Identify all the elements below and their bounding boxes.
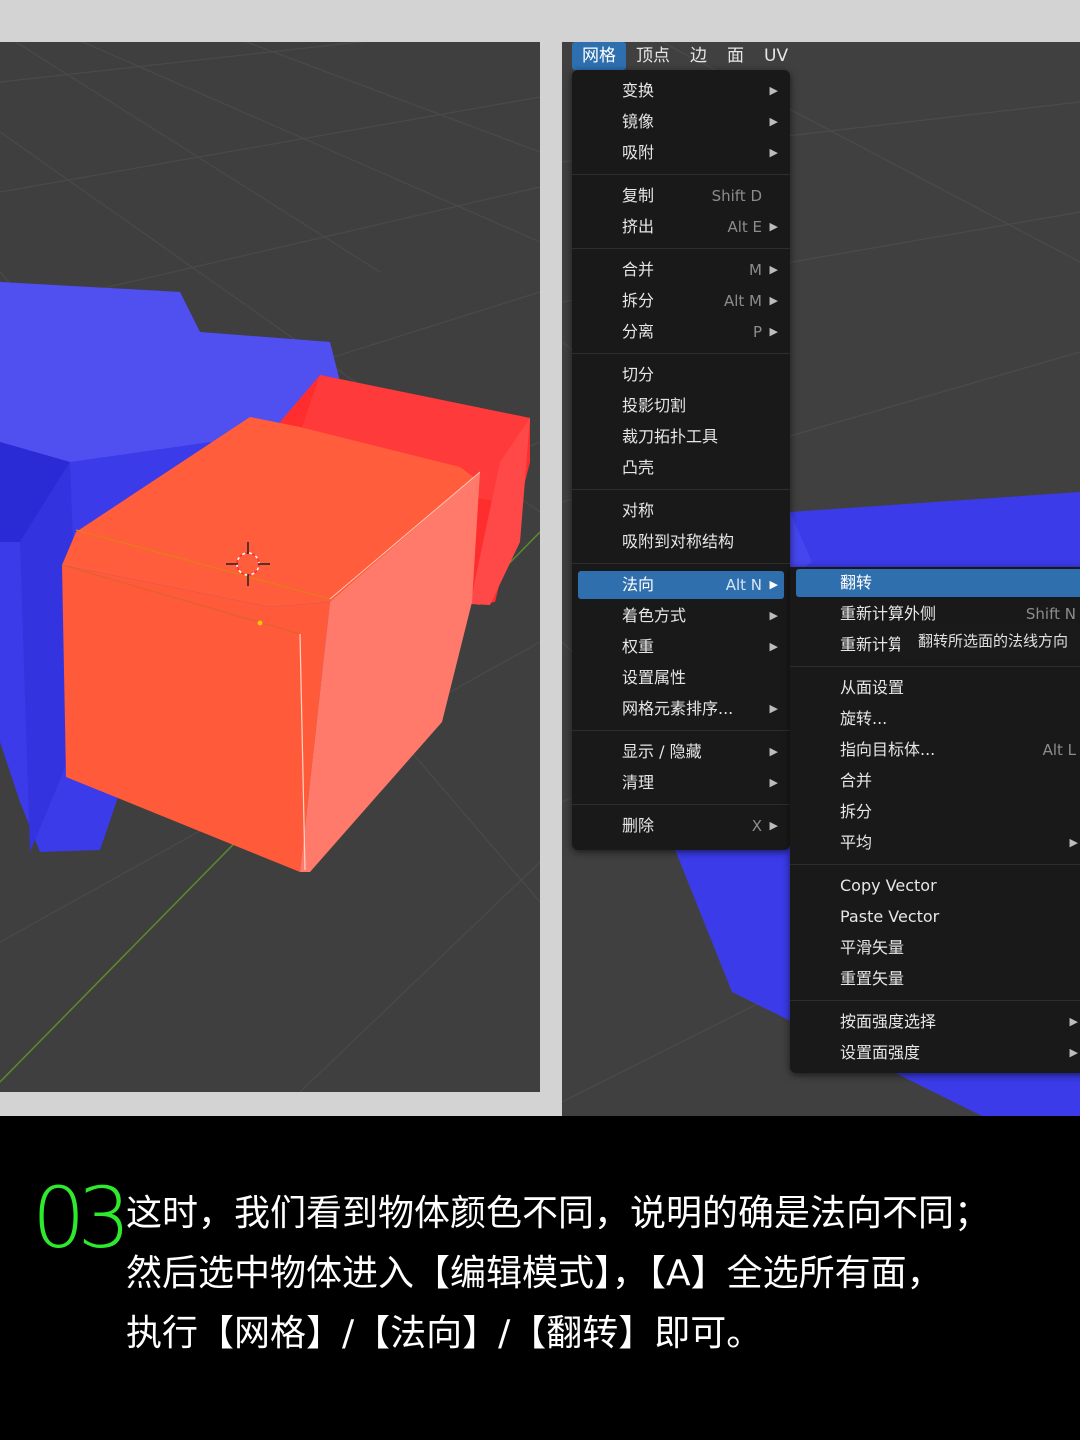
mesh-menu: 变换 ▶ 镜像 ▶ 吸附 ▶ 复制 Shift D 挤出 Alt E ▶ 合并 M ▶ 拆分 Al… xyxy=(572,70,790,850)
menu-separator xyxy=(572,353,790,354)
menu-separator xyxy=(572,563,790,564)
viewport-left-scene xyxy=(0,42,540,1092)
submenu-arrow-icon: ▶ xyxy=(769,776,778,789)
menu-item-merge-normals[interactable]: 合并 xyxy=(796,767,1080,795)
menu-item-set-from-faces[interactable]: 从面设置 xyxy=(796,674,1080,702)
viewport-right[interactable]: 网格 顶点 边 面 UV 变换 ▶ 镜像 ▶ 吸附 ▶ 复制 Shift D 挤出 Alt… xyxy=(562,42,1080,1116)
submenu-arrow-icon: ▶ xyxy=(769,325,778,338)
menu-item-weights[interactable]: 权重 ▶ xyxy=(578,633,784,661)
menu-face[interactable]: 面 xyxy=(717,42,754,70)
menu-separator xyxy=(790,864,1080,865)
submenu-arrow-icon: ▶ xyxy=(769,146,778,159)
menubar: 网格 顶点 边 面 UV xyxy=(572,42,798,70)
caption-line-3: 执行【网格】/【法向】/【翻转】即可。 xyxy=(126,1313,763,1354)
menu-edge[interactable]: 边 xyxy=(680,42,717,70)
step-number: 03 xyxy=(32,1169,131,1267)
menu-item-flip[interactable]: 翻转 xyxy=(796,569,1080,597)
menu-item-merge[interactable]: 合并 M ▶ xyxy=(578,256,784,284)
menu-separator xyxy=(790,1000,1080,1001)
caption-line-2: 然后选中物体进入【编辑模式】，【A】全选所有面， xyxy=(126,1253,943,1294)
submenu-arrow-icon: ▶ xyxy=(1069,836,1078,849)
menu-item-select-by-face-strength[interactable]: 按面强度选择 ▶ xyxy=(796,1008,1080,1036)
menu-item-knife-project[interactable]: 投影切割 xyxy=(578,392,784,420)
menu-item-set-attribute[interactable]: 设置属性 xyxy=(578,664,784,692)
menu-separator xyxy=(790,666,1080,667)
menu-item-split-normals[interactable]: 拆分 xyxy=(796,798,1080,826)
menu-item-snap[interactable]: 吸附 ▶ xyxy=(578,139,784,167)
submenu-arrow-icon: ▶ xyxy=(1069,1015,1078,1028)
menu-uv[interactable]: UV xyxy=(754,42,798,70)
menu-item-shading[interactable]: 着色方式 ▶ xyxy=(578,602,784,630)
menu-item-symmetrize[interactable]: 对称 xyxy=(578,497,784,525)
submenu-arrow-icon: ▶ xyxy=(769,220,778,233)
menu-separator xyxy=(572,174,790,175)
submenu-arrow-icon: ▶ xyxy=(769,578,778,591)
menu-item-mirror[interactable]: 镜像 ▶ xyxy=(578,108,784,136)
menu-item-clean-up[interactable]: 清理 ▶ xyxy=(578,769,784,797)
menu-separator xyxy=(572,489,790,490)
tooltip-flip: 翻转所选面的法线方向 xyxy=(900,623,1080,659)
menu-item-delete[interactable]: 删除 X ▶ xyxy=(578,812,784,840)
submenu-arrow-icon: ▶ xyxy=(769,819,778,832)
submenu-arrow-icon: ▶ xyxy=(769,609,778,622)
menu-item-duplicate[interactable]: 复制 Shift D xyxy=(578,182,784,210)
menu-separator xyxy=(572,248,790,249)
viewport-left[interactable] xyxy=(0,42,540,1092)
menu-mesh[interactable]: 网格 xyxy=(572,42,626,70)
menu-item-average[interactable]: 平均 ▶ xyxy=(796,829,1080,857)
submenu-arrow-icon: ▶ xyxy=(769,115,778,128)
submenu-arrow-icon: ▶ xyxy=(769,84,778,97)
menu-item-separate[interactable]: 分离 P ▶ xyxy=(578,318,784,346)
menu-item-knife-topology[interactable]: 裁刀拓扑工具 xyxy=(578,423,784,451)
menu-item-sort-elements[interactable]: 网格元素排序... ▶ xyxy=(578,695,784,723)
menu-item-bisect[interactable]: 切分 xyxy=(578,361,784,389)
menu-separator xyxy=(572,730,790,731)
menu-item-rotate[interactable]: 旋转... xyxy=(796,705,1080,733)
menu-item-point-to-target[interactable]: 指向目标体... Alt L xyxy=(796,736,1080,764)
caption-line-1: 这时，我们看到物体颜色不同，说明的确是法向不同； xyxy=(126,1193,991,1234)
menu-item-reset-vectors[interactable]: 重置矢量 xyxy=(796,965,1080,993)
menu-item-convex-hull[interactable]: 凸壳 xyxy=(578,454,784,482)
submenu-arrow-icon: ▶ xyxy=(769,745,778,758)
menu-item-smooth-vectors[interactable]: 平滑矢量 xyxy=(796,934,1080,962)
submenu-arrow-icon: ▶ xyxy=(769,640,778,653)
menu-item-show-hide[interactable]: 显示 / 隐藏 ▶ xyxy=(578,738,784,766)
submenu-arrow-icon: ▶ xyxy=(769,702,778,715)
menu-item-copy-vector[interactable]: Copy Vector xyxy=(796,872,1080,900)
menu-vertex[interactable]: 顶点 xyxy=(626,42,680,70)
menu-item-transform[interactable]: 变换 ▶ xyxy=(578,77,784,105)
submenu-arrow-icon: ▶ xyxy=(769,263,778,276)
submenu-arrow-icon: ▶ xyxy=(769,294,778,307)
menu-separator xyxy=(572,804,790,805)
menu-item-snap-symmetry[interactable]: 吸附到对称结构 xyxy=(578,528,784,556)
caption-panel: 03 这时，我们看到物体颜色不同，说明的确是法向不同； 然后选中物体进入【编辑模… xyxy=(0,1116,1080,1440)
submenu-arrow-icon: ▶ xyxy=(1069,1046,1078,1059)
menu-item-set-face-strength[interactable]: 设置面强度 ▶ xyxy=(796,1039,1080,1067)
menu-item-paste-vector[interactable]: Paste Vector xyxy=(796,903,1080,931)
menu-item-split[interactable]: 拆分 Alt M ▶ xyxy=(578,287,784,315)
menu-item-normals[interactable]: 法向 Alt N ▶ xyxy=(578,571,784,599)
menu-item-extrude[interactable]: 挤出 Alt E ▶ xyxy=(578,213,784,241)
